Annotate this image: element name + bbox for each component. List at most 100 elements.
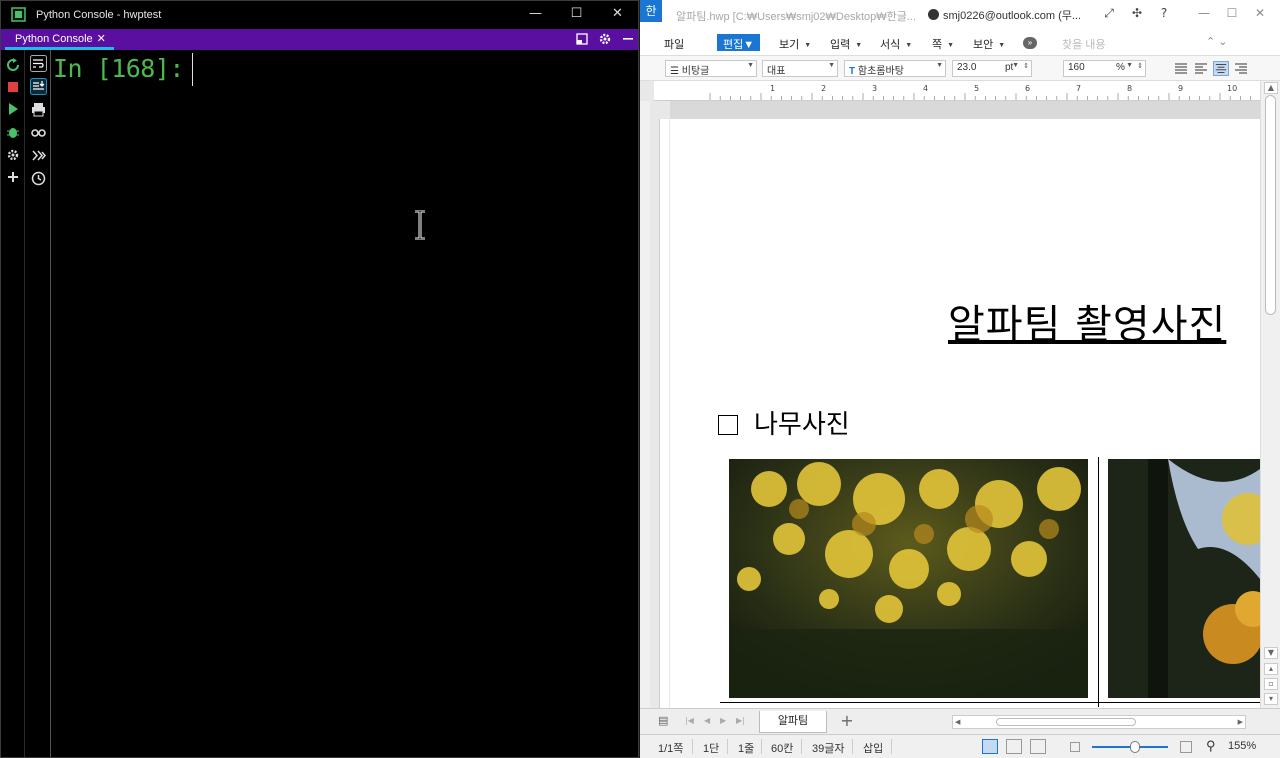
menu-edit[interactable]: 편집▼ [717, 34, 761, 51]
menu-view[interactable]: 보기 ▼ [779, 36, 811, 52]
divider [891, 739, 892, 754]
vertical-scrollbar[interactable]: ▲ ▼ ▴ ▫ ▾ [1260, 81, 1280, 708]
layout-icon[interactable]: ✣ [1128, 6, 1146, 20]
page-icon[interactable]: ▫ [1264, 678, 1278, 690]
debug-icon[interactable] [6, 125, 20, 139]
chevron-down-icon: ▼ [828, 62, 835, 69]
ruler-number: 10 [1227, 84, 1238, 93]
menu-page[interactable]: 쪽 ▼ [932, 36, 954, 52]
vertical-scroll-thumb[interactable] [1265, 95, 1276, 315]
history-icon[interactable] [30, 170, 47, 187]
pycharm-icon [11, 7, 26, 22]
hwp-minimize-button[interactable]: — [1195, 6, 1213, 20]
search-input[interactable]: 찾을 내용 [1062, 36, 1106, 52]
minimize-button[interactable]: — [515, 1, 556, 29]
rerun-icon[interactable] [6, 58, 20, 72]
maximize-button[interactable]: ☐ [556, 1, 597, 29]
status-line: 1줄 [738, 743, 755, 755]
document-canvas[interactable]: 알파팀 촬영사진 나무사진 [670, 101, 1260, 708]
run-icon[interactable] [6, 102, 20, 116]
maple-tree-photo[interactable] [729, 459, 1088, 698]
sheet-tab[interactable]: 알파팀 [759, 711, 827, 733]
status-mode[interactable]: 삽입 [863, 740, 883, 756]
variables-icon[interactable] [30, 124, 47, 141]
checkbox-icon [718, 415, 738, 435]
sheet-list-icon[interactable]: ▤ [658, 714, 668, 727]
spin-icon[interactable]: ⇕ [1137, 62, 1143, 70]
console-output[interactable]: In [168]: [52, 50, 638, 757]
scroll-down-icon[interactable]: ▼ [1264, 647, 1278, 659]
ruler-number: 6 [1025, 84, 1031, 93]
text-caret [192, 53, 193, 86]
fullscreen-icon[interactable]: ⤢ [1100, 6, 1118, 21]
document-title: 알파팀 촬영사진 [948, 302, 1227, 348]
view-normal-icon[interactable] [982, 739, 998, 754]
document-page[interactable]: 알파팀 촬영사진 나무사진 [670, 119, 1260, 708]
font-size-input[interactable]: 23.0 pt ▼ ⇕ [952, 60, 1032, 77]
restore-icon[interactable] [575, 32, 589, 46]
minimize-icon[interactable] [621, 32, 635, 46]
magnifier-icon[interactable]: ⚲ [1206, 738, 1216, 754]
page-up-icon[interactable]: ▴ [1264, 663, 1278, 675]
soft-wrap-icon[interactable] [30, 55, 47, 72]
stop-icon[interactable] [6, 80, 20, 94]
menu-security[interactable]: 보안 ▼ [973, 36, 1005, 52]
scroll-right-icon[interactable]: ▶ [1238, 718, 1243, 726]
tab-python-console[interactable]: Python Console ✕ [5, 29, 114, 50]
vertical-ruler[interactable] [650, 101, 670, 708]
status-col: 60칸 [771, 743, 794, 755]
ruler-number: 4 [923, 84, 929, 93]
chevron-down-icon: ▼ [804, 42, 812, 49]
ribbon-toggle-buttons[interactable]: ⌃ ⌄ [1206, 35, 1228, 48]
add-icon[interactable] [6, 170, 20, 184]
hwp-maximize-button[interactable]: ☐ [1223, 6, 1241, 20]
settings-icon[interactable] [6, 148, 20, 162]
add-sheet-button[interactable]: + [836, 711, 858, 731]
gear-icon[interactable] [598, 32, 612, 46]
tab-label: Python Console [15, 33, 93, 45]
console-titlebar: Python Console - hwptest — ☐ ✕ [1, 1, 638, 29]
divider [761, 739, 762, 754]
status-chars: 39글자 [812, 743, 845, 755]
horizontal-ruler[interactable]: 1 2 3 4 5 6 7 8 9 10 [654, 81, 1260, 101]
tab-close-icon[interactable]: ✕ [97, 33, 106, 45]
align-left-icon[interactable] [1193, 61, 1209, 76]
hwp-close-button[interactable]: ✕ [1251, 6, 1269, 20]
first-sheet-icon[interactable]: |◀ [685, 716, 694, 725]
execute-icon[interactable] [30, 147, 47, 164]
horizontal-scroll-thumb[interactable] [996, 718, 1136, 726]
next-sheet-icon[interactable]: ▶ [720, 716, 726, 725]
menu-format[interactable]: 서식 ▼ [880, 36, 912, 52]
menu-file[interactable]: 파일 [664, 36, 684, 52]
scroll-left-icon[interactable]: ◀ [955, 718, 960, 726]
last-sheet-icon[interactable]: ▶| [736, 716, 745, 725]
zoom-slider-thumb[interactable] [1130, 741, 1140, 753]
style-select[interactable]: ☰ 비탕글 ▼ [665, 60, 757, 77]
prev-sheet-icon[interactable]: ◀ [704, 716, 710, 725]
font-select[interactable]: T 함초롬바탕 ▼ [844, 60, 946, 77]
close-button[interactable]: ✕ [597, 1, 638, 29]
page-down-icon[interactable]: ▾ [1264, 693, 1278, 705]
justify-icon[interactable] [1173, 61, 1189, 76]
status-column: 1단 [703, 743, 720, 755]
zoom-in-icon[interactable] [1180, 741, 1192, 753]
horizontal-scrollbar[interactable]: ◀ ▶ [952, 715, 1246, 729]
spin-icon[interactable]: ⇕ [1023, 62, 1029, 70]
user-account[interactable]: smj0226@outlook.com (무... [928, 7, 1081, 23]
align-right-icon[interactable] [1233, 61, 1249, 76]
tree-photo[interactable] [1108, 459, 1260, 698]
divider [801, 739, 802, 754]
language-select[interactable]: 대표 ▼ [762, 60, 838, 77]
menu-insert[interactable]: 입력 ▼ [830, 36, 862, 52]
view-width-icon[interactable] [1006, 739, 1022, 754]
view-page-icon[interactable] [1030, 739, 1046, 754]
align-center-icon[interactable] [1213, 61, 1229, 76]
scroll-up-icon[interactable]: ▲ [1264, 82, 1278, 94]
zoom-input[interactable]: 160% ▼ ⇕ [1063, 60, 1146, 77]
menu-format-label: 서식 [880, 39, 901, 51]
zoom-out-icon[interactable] [1070, 742, 1080, 752]
scroll-to-end-icon[interactable] [30, 78, 47, 95]
help-icon[interactable]: ? [1155, 6, 1173, 20]
more-menu-button[interactable]: » [1023, 37, 1037, 49]
print-icon[interactable] [30, 101, 47, 118]
